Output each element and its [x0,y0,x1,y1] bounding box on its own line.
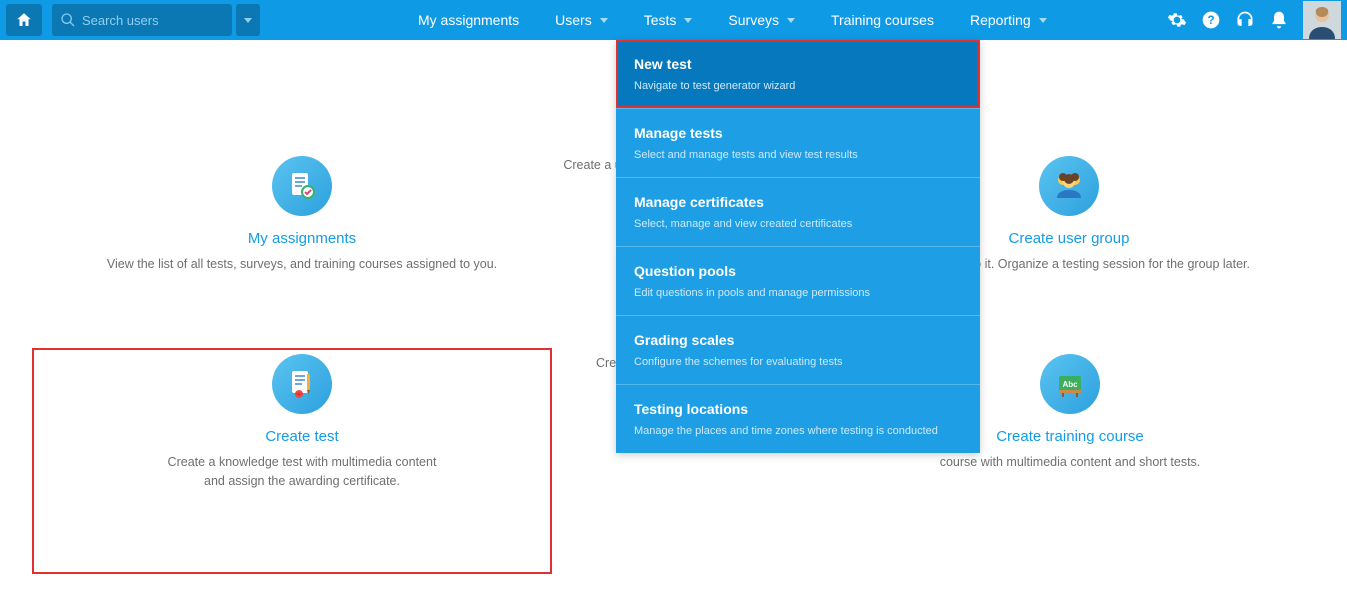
training-course-icon: Abc [1040,354,1100,414]
caret-down-icon [244,18,252,23]
nav-label: Surveys [728,12,779,28]
assignments-icon [272,156,332,216]
dropdown-item-grading-scales[interactable]: Grading scales Configure the schemes for… [616,315,980,384]
search-icon [60,12,76,28]
card-desc: Create a knowledge test with multimedia … [52,453,552,491]
card-create-test[interactable]: Create test Create a knowledge test with… [52,354,552,491]
card-desc-line: and assign the awarding certificate. [204,474,400,488]
dropdown-item-testing-locations[interactable]: Testing locations Manage the places and … [616,384,980,453]
dropdown-item-desc: Configure the schemes for evaluating tes… [634,356,962,368]
avatar[interactable] [1303,1,1341,39]
caret-down-icon [1039,18,1047,23]
tests-dropdown: New test Navigate to test generator wiza… [616,40,980,453]
nav-reporting[interactable]: Reporting [952,0,1065,40]
create-test-icon [272,354,332,414]
dropdown-item-title: Question pools [634,263,962,279]
topbar-right: ? [1167,1,1347,39]
avatar-icon [1303,1,1341,39]
dropdown-item-new-test[interactable]: New test Navigate to test generator wiza… [616,40,980,108]
card-title: My assignments [52,230,552,247]
nav-label: Training courses [831,12,934,28]
caret-down-icon [684,18,692,23]
caret-down-icon [600,18,608,23]
dropdown-item-title: Manage tests [634,125,962,141]
nav-surveys[interactable]: Surveys [710,0,813,40]
dropdown-item-manage-certificates[interactable]: Manage certificates Select, manage and v… [616,177,980,246]
dropdown-item-desc: Navigate to test generator wizard [634,80,962,92]
svg-text:Abc: Abc [1062,380,1078,389]
dropdown-item-title: New test [634,56,962,72]
user-group-icon [1039,156,1099,216]
search-input[interactable] [82,13,212,28]
card-desc: View the list of all tests, surveys, and… [52,255,552,274]
nav-label: Reporting [970,12,1031,28]
dropdown-item-title: Testing locations [634,401,962,417]
search-container[interactable] [52,4,232,36]
dropdown-item-desc: Select and manage tests and view test re… [634,149,962,161]
dropdown-item-title: Manage certificates [634,194,962,210]
caret-down-icon [787,18,795,23]
nav-training-courses[interactable]: Training courses [813,0,952,40]
main-nav: My assignments Users Tests Surveys Train… [400,0,1065,40]
gear-icon[interactable] [1167,10,1187,30]
home-button[interactable] [6,4,42,36]
svg-text:?: ? [1207,14,1214,27]
dropdown-item-desc: Select, manage and view created certific… [634,218,962,230]
nav-label: My assignments [418,12,519,28]
search-dropdown-button[interactable] [236,4,260,36]
help-icon[interactable]: ? [1201,10,1221,30]
card-title: Create test [52,428,552,445]
card-desc-line: Create a knowledge test with multimedia … [168,455,437,469]
nav-label: Tests [644,12,677,28]
dropdown-item-desc: Edit questions in pools and manage permi… [634,287,962,299]
nav-users[interactable]: Users [537,0,626,40]
nav-tests[interactable]: Tests [626,0,711,40]
dropdown-item-question-pools[interactable]: Question pools Edit questions in pools a… [616,246,980,315]
card-desc: course with multimedia content and short… [840,453,1300,472]
dropdown-item-desc: Manage the places and time zones where t… [634,425,962,437]
nav-label: Users [555,12,592,28]
nav-my-assignments[interactable]: My assignments [400,0,537,40]
top-bar: My assignments Users Tests Surveys Train… [0,0,1347,40]
bell-icon[interactable] [1269,10,1289,30]
dropdown-item-title: Grading scales [634,332,962,348]
headset-icon[interactable] [1235,10,1255,30]
dropdown-item-manage-tests[interactable]: Manage tests Select and manage tests and… [616,108,980,177]
home-icon [15,11,33,29]
